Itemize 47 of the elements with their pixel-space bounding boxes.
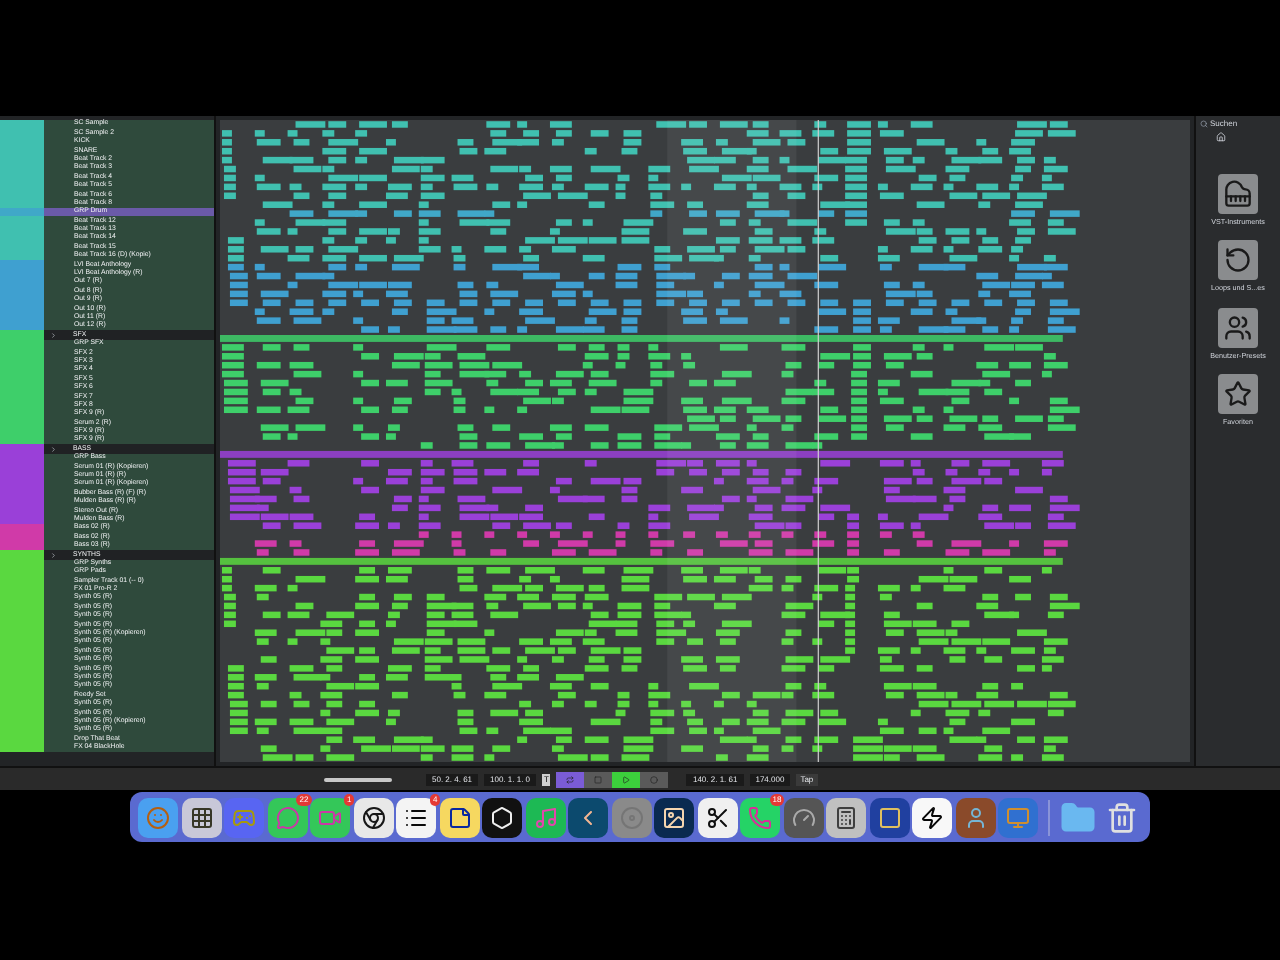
star-icon: [1223, 380, 1252, 409]
dock-app-button[interactable]: [396, 797, 437, 837]
folder-caret-icon[interactable]: [50, 331, 57, 339]
wheel-icon: [361, 805, 386, 829]
gauge-icon: [791, 805, 816, 829]
person-icon: [963, 805, 988, 829]
stop-icon: [594, 775, 603, 783]
dock-app-button[interactable]: [826, 797, 867, 837]
dock-app-button[interactable]: [181, 797, 222, 837]
loop-arrow-icon: [1223, 246, 1252, 275]
dock-app-button[interactable]: [482, 797, 523, 837]
chat-bubble-icon: [275, 805, 300, 829]
dock-app-button[interactable]: [654, 797, 695, 837]
folder-icon: [1060, 799, 1097, 835]
folder-caret-icon[interactable]: [50, 551, 57, 559]
dock-app-button[interactable]: [439, 797, 480, 837]
record-icon: [650, 775, 659, 783]
monitor-icon: [1006, 805, 1031, 829]
dock-app-button[interactable]: [353, 797, 394, 837]
search-icon[interactable]: [1200, 120, 1208, 128]
people-icon: [1223, 313, 1252, 342]
dock-app-button[interactable]: [912, 797, 953, 837]
cycle-button[interactable]: [556, 771, 585, 787]
hexagon-icon: [490, 805, 515, 829]
game-controller-icon: [232, 805, 257, 829]
phone-icon: [748, 805, 773, 829]
play-icon: [622, 775, 631, 783]
scroll-thumb[interactable]: [324, 777, 392, 781]
music-icon: [533, 805, 558, 829]
smiley-face-icon: [146, 805, 171, 829]
cycle-icon: [566, 775, 575, 783]
note-icon: [447, 805, 472, 829]
calculator-icon: [834, 805, 859, 829]
video-camera-icon: [318, 805, 343, 829]
home-icon[interactable]: [1216, 132, 1226, 142]
scissors-icon: [705, 805, 730, 829]
grid-icon: [189, 805, 214, 829]
stop-button[interactable]: [584, 771, 613, 787]
play-button[interactable]: [612, 771, 641, 787]
dock-folder-button[interactable]: [1058, 797, 1099, 837]
trash-icon: [1105, 801, 1138, 833]
piano-icon: [1223, 180, 1252, 208]
image-icon: [662, 805, 687, 829]
square-icon: [877, 805, 902, 829]
dock-app-button[interactable]: [697, 797, 738, 837]
bolt-icon: [920, 805, 945, 829]
folder-caret-icon[interactable]: [50, 445, 57, 453]
